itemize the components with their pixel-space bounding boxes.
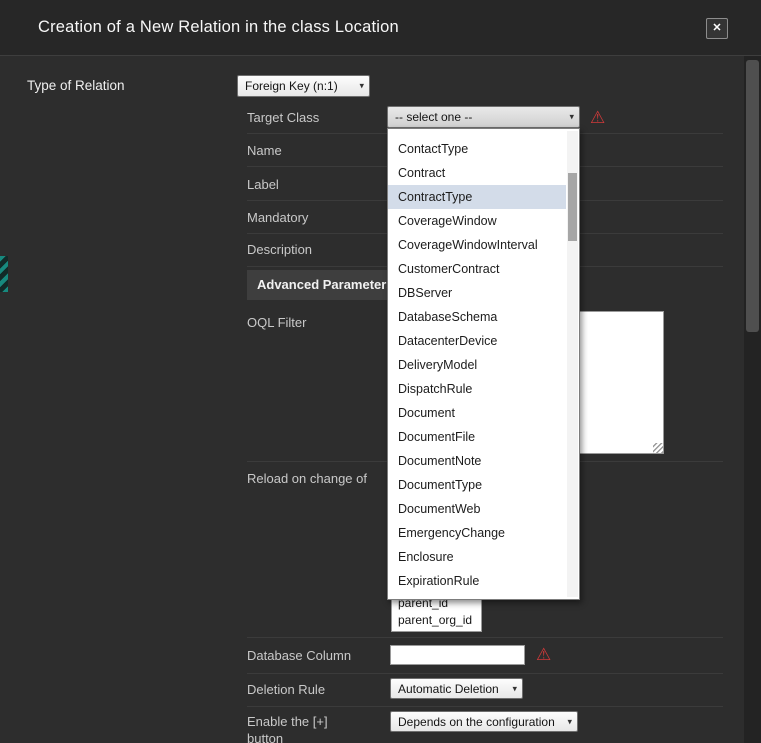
dropdown-option[interactable]: ExpirationRule [388,569,566,593]
dropdown-option[interactable]: DocumentWeb [388,497,566,521]
deletion-rule-select[interactable]: Automatic Deletion ▾ [390,678,523,699]
dropdown-option[interactable]: Enclosure [388,545,566,569]
row-divider [247,637,723,638]
target-class-value: -- select one -- [395,110,472,124]
dropdown-option[interactable]: DocumentFile [388,425,566,449]
mandatory-label: Mandatory [247,210,308,225]
background-stripe-decoration [0,256,8,292]
dropdown-option[interactable]: DocumentNote [388,449,566,473]
target-class-dropdown-list: ContactTypeContractContractTypeCoverageW… [387,128,580,600]
dropdown-option[interactable]: EmergencyChange [388,521,566,545]
database-column-label: Database Column [247,648,351,663]
chevron-down-icon: ▾ [569,112,574,123]
close-button[interactable]: ✕ [706,18,728,39]
type-of-relation-value: Foreign Key (n:1) [245,79,338,93]
listbox-option[interactable]: parent_org_id [392,612,481,629]
warning-icon: ⚠ [536,646,551,663]
dropdown-option[interactable]: DocumentType [388,473,566,497]
dropdown-option[interactable]: DeliveryModel [388,353,566,377]
dropdown-option[interactable]: CoverageWindow [388,209,566,233]
deletion-rule-value: Automatic Deletion [398,682,499,696]
name-label: Name [247,143,282,158]
chevron-down-icon: ▾ [567,716,572,727]
reload-on-change-label: Reload on change of [247,471,367,486]
dropdown-scrollbar-thumb[interactable] [568,173,577,241]
dropdown-option[interactable]: ContactType [388,137,566,161]
dropdown-option[interactable]: CoverageWindowInterval [388,233,566,257]
page-scrollbar-thumb[interactable] [746,60,759,332]
dropdown-option[interactable]: DatabaseSchema [388,305,566,329]
dropdown-option[interactable]: ContractType [388,185,566,209]
target-class-select[interactable]: -- select one -- ▾ [387,106,580,128]
enable-plus-button-label: Enable the [+] button [247,713,362,743]
enable-plus-button-select[interactable]: Depends on the configuration ▾ [390,711,578,732]
label-label: Label [247,177,279,192]
dropdown-scrollbar[interactable] [567,131,578,597]
dropdown-option[interactable]: DBServer [388,281,566,305]
dialog-header: Creation of a New Relation in the class … [0,0,761,56]
description-label: Description [247,242,312,257]
target-class-label: Target Class [247,110,319,125]
page-scrollbar[interactable] [744,56,761,743]
dropdown-option[interactable]: CustomerContract [388,257,566,281]
dropdown-option[interactable]: DatacenterDevice [388,329,566,353]
warning-icon: ⚠ [590,109,605,126]
oql-filter-label: OQL Filter [247,315,306,330]
dialog-title: Creation of a New Relation in the class … [38,18,399,37]
dropdown-option[interactable]: Document [388,401,566,425]
dropdown-option[interactable]: DispatchRule [388,377,566,401]
chevron-down-icon: ▾ [359,81,364,92]
row-divider [247,673,723,674]
row-divider [247,706,723,707]
new-relation-dialog: Creation of a New Relation in the class … [0,0,761,743]
type-of-relation-label: Type of Relation [27,78,125,93]
textarea-resize-grip-icon[interactable] [653,443,663,453]
dropdown-option[interactable]: Contract [388,161,566,185]
chevron-down-icon: ▾ [512,683,517,694]
enable-plus-button-value: Depends on the configuration [398,715,555,729]
database-column-input[interactable] [390,645,525,665]
deletion-rule-label: Deletion Rule [247,682,325,697]
type-of-relation-select[interactable]: Foreign Key (n:1) ▾ [237,75,370,97]
